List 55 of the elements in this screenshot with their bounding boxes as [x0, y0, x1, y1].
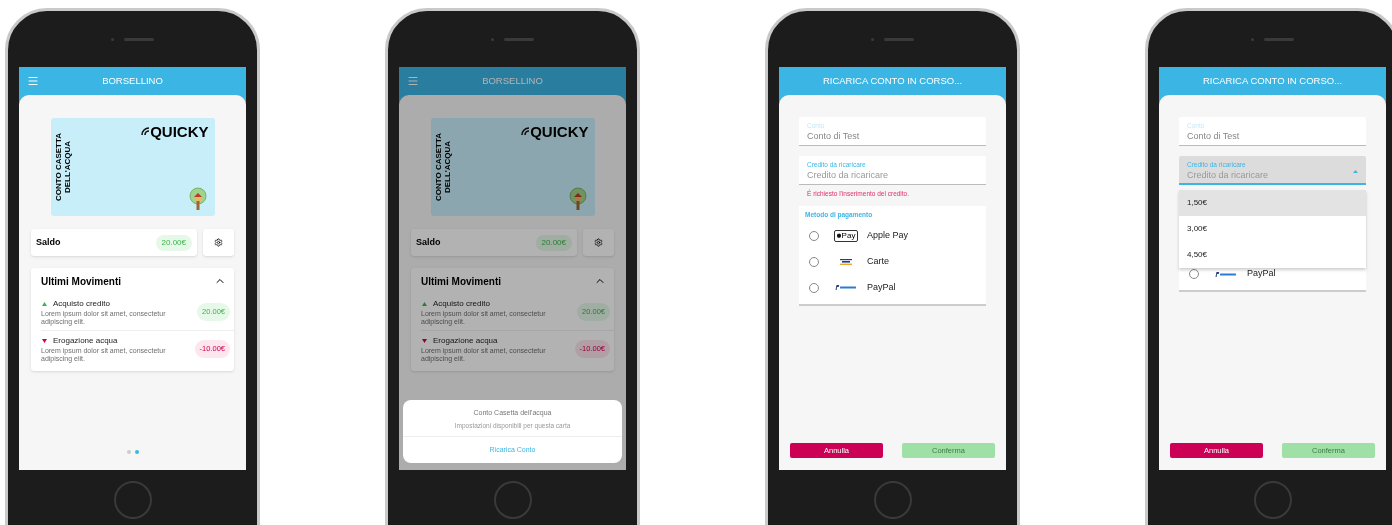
down-triangle-icon — [42, 339, 47, 343]
payment-logo-icon — [835, 285, 857, 291]
card-label: DELL'ACQUA — [443, 140, 453, 194]
payment-method-label: Apple Pay — [867, 229, 909, 242]
payment-logo-icon — [1215, 271, 1237, 277]
apple-icon — [836, 233, 841, 239]
up-triangle-icon — [42, 302, 47, 306]
home-button[interactable] — [873, 481, 912, 519]
header-title: RICARICA CONTO IN CORSO... — [1201, 73, 1344, 88]
balance-amount: 20.00€ — [155, 234, 192, 251]
movements-title: Ultimi Movimenti — [421, 274, 501, 289]
field-placeholder: Credito da ricaricare — [1187, 168, 1270, 182]
pay-badge: Pay — [833, 229, 859, 242]
card-label: DELL'ACQUA — [63, 140, 73, 194]
payment-method-label: PayPal — [867, 281, 896, 294]
menu-icon — [27, 75, 39, 87]
settings-icon — [214, 238, 223, 247]
balance-label: Saldo — [416, 235, 441, 249]
field-value: Conto di Test — [807, 130, 861, 144]
balance-amount: 20.00€ — [535, 234, 572, 251]
signal-waves-icon — [140, 125, 151, 138]
card-logo-icon — [840, 258, 852, 265]
movement-title: Erogazione acqua — [433, 335, 498, 347]
field-placeholder: Credito da ricaricare — [807, 169, 890, 183]
balance-label: Saldo — [36, 235, 61, 249]
brand-logo-text: QUICKY — [530, 124, 589, 139]
field-value: Conto di Test — [1187, 130, 1241, 144]
brand-logo-text: QUICKY — [150, 124, 209, 139]
settings-button[interactable] — [583, 229, 614, 256]
tree-house-icon — [186, 187, 209, 211]
settings-icon — [594, 238, 603, 247]
caret-up-icon — [1353, 170, 1358, 173]
settings-button[interactable] — [203, 229, 234, 256]
tree-house-icon — [566, 187, 589, 211]
down-triangle-icon — [422, 339, 427, 343]
movements-title: Ultimi Movimenti — [41, 274, 121, 289]
up-triangle-icon — [422, 302, 427, 306]
home-button[interactable] — [493, 481, 532, 519]
movement-title: Erogazione acqua — [53, 335, 118, 347]
dropdown-option[interactable]: 3,00€ — [1179, 216, 1366, 242]
payment-method-label: Carte — [867, 255, 889, 268]
signal-waves-icon — [520, 125, 531, 138]
movement-title: Acquisto credito — [53, 298, 110, 310]
home-button[interactable] — [1253, 481, 1292, 519]
card-label: CONTO CASETTA — [434, 132, 444, 202]
header-title: RICARICA CONTO IN CORSO... — [821, 73, 964, 88]
home-button[interactable] — [113, 481, 152, 519]
payment-method-label: PayPal — [1247, 267, 1276, 281]
dropdown-option[interactable]: 4,50€ — [1179, 242, 1366, 268]
dropdown-option[interactable]: 1,50€ — [1179, 190, 1366, 216]
menu-icon — [407, 75, 419, 87]
card-label: CONTO CASETTA — [54, 132, 64, 202]
movement-title: Acquisto credito — [433, 298, 490, 310]
header-title: BORSELLINO — [481, 73, 544, 88]
header-title: BORSELLINO — [101, 73, 164, 88]
